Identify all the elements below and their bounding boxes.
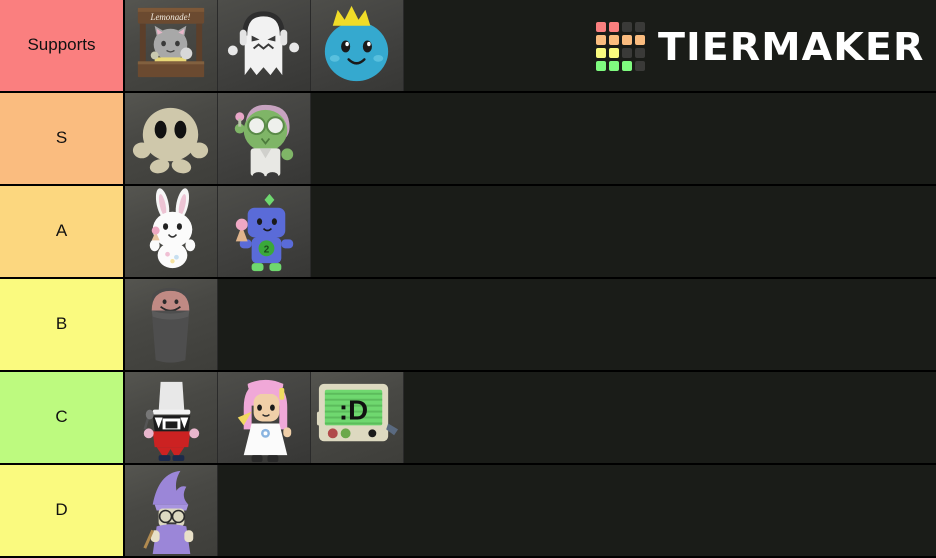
item-green-zombie-doctor[interactable] (218, 93, 311, 184)
item-beige-ghost-blob[interactable] (125, 93, 218, 184)
tier-label-d[interactable]: D (0, 465, 125, 556)
smiley-computer-monitor-art: :D (316, 383, 399, 442)
item-trash-can-creature[interactable] (125, 279, 218, 370)
tier-label-s[interactable]: S (0, 93, 125, 184)
svg-text:2: 2 (264, 244, 270, 255)
tier-items-c[interactable]: :D (125, 372, 936, 463)
item-white-bunny-with-ice-cream[interactable] (125, 186, 218, 277)
item-smiley-computer-monitor[interactable]: :D (311, 372, 404, 463)
tier-row-a: A 2 (0, 186, 936, 279)
purple-wizard-art (143, 470, 194, 555)
item-purple-wizard[interactable] (125, 465, 218, 556)
tier-row-c: C:D (0, 372, 936, 465)
item-ghost-with-headphones[interactable] (218, 0, 311, 91)
tier-items-b[interactable] (125, 279, 936, 370)
tier-items-supports[interactable]: Lemonade! (125, 0, 936, 91)
tier-items-s[interactable] (125, 93, 936, 184)
tier-row-d: D (0, 465, 936, 558)
ghost-with-headphones-art (227, 11, 300, 76)
item-lemonade-stand-cat[interactable]: Lemonade! (125, 0, 218, 91)
item-blueberry-king[interactable] (311, 0, 404, 91)
tier-label-supports[interactable]: Supports (0, 0, 125, 91)
tier-row-supports: Supports Lemonade! (0, 0, 936, 93)
item-blue-robot-kid[interactable]: 2 (218, 186, 311, 277)
pink-haired-girl-art (237, 379, 292, 463)
tier-label-a[interactable]: A (0, 186, 125, 277)
tier-items-d[interactable] (125, 465, 936, 556)
beige-ghost-blob-art (132, 107, 209, 174)
monitor-face-text: :D (339, 394, 368, 425)
blue-robot-kid-art: 2 (235, 193, 294, 272)
tier-row-b: B (0, 279, 936, 372)
white-bunny-art (149, 188, 196, 269)
top-hat-magician-art (143, 381, 200, 462)
lemonade-sign-text: Lemonade! (150, 12, 191, 22)
tier-label-b[interactable]: B (0, 279, 125, 370)
item-top-hat-magician[interactable] (125, 372, 218, 463)
tier-items-a[interactable]: 2 (125, 186, 936, 277)
lemonade-stand-cat-art: Lemonade! (137, 7, 205, 78)
blueberry-king-art (324, 5, 389, 82)
tier-list-board: Supports Lemonade! S A 2 B C:D D TIERMA… (0, 0, 936, 558)
trash-can-creature-art (151, 287, 190, 363)
green-zombie-doctor-art (234, 104, 294, 181)
item-pink-haired-girl[interactable] (218, 372, 311, 463)
tier-label-c[interactable]: C (0, 372, 125, 463)
tier-row-s: S (0, 93, 936, 186)
